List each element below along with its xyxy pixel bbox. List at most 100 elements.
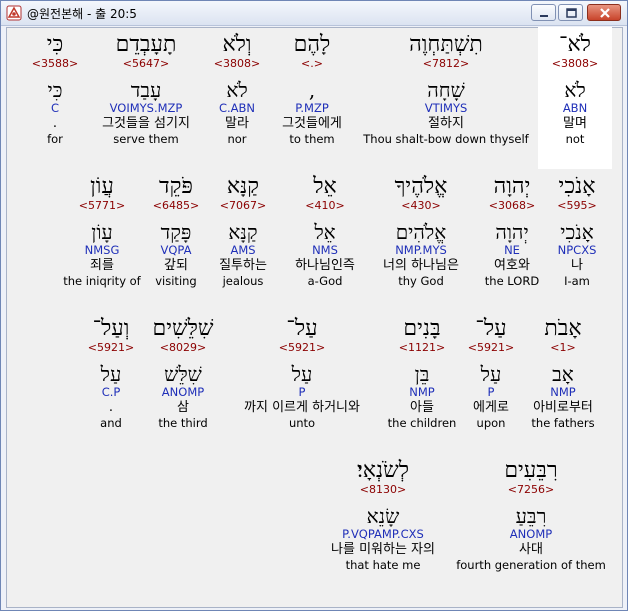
lexical-form: אָב (552, 362, 574, 386)
strong-number[interactable]: <595> (546, 199, 608, 213)
strong-number[interactable]: <5921> (463, 341, 519, 355)
korean-gloss: 말라 (225, 116, 249, 131)
strong-number[interactable]: <6485> (147, 199, 205, 213)
english-gloss: serve them (113, 132, 179, 146)
strong-number[interactable]: <1121> (383, 341, 461, 355)
word-cell[interactable]: וְלֹא <3808> לֹא C.ABN 말라 nor (209, 33, 265, 147)
parsing-code: P.MZP (295, 101, 329, 115)
parsing-code: NMP (550, 385, 576, 399)
strong-number[interactable]: <7256> (455, 483, 607, 497)
strong-number[interactable]: <5771> (59, 199, 145, 213)
word-cell[interactable]: לָהֶם <.> , P.MZP 그것들에게 to them (271, 33, 353, 147)
word-cell[interactable]: אָבֹת <1> אָב NMP 아비로부터 the fathers (521, 317, 605, 431)
lexical-form: כִּי (47, 78, 63, 102)
lexical-form: פָּקַד (160, 220, 192, 244)
word-cell[interactable]: עַל־ <5921> עַל P 까지 이르게 하거니와 unto (227, 317, 377, 431)
lexical-form: אֱלֹהִים (395, 220, 447, 244)
english-gloss: nor (227, 132, 247, 146)
strong-number[interactable]: <5921> (81, 341, 141, 355)
word-cell[interactable]: אֵל <410> אֵל NMS 하나님인즉 a-God (283, 175, 367, 289)
strong-number[interactable]: <3808> (209, 57, 265, 71)
word-cell[interactable]: אֱלֹהֶיךָ <430> אֱלֹהִים NMP.MYS 너의 하나님은… (367, 175, 475, 289)
strong-number[interactable]: <.> (271, 57, 353, 71)
english-gloss: that hate me (345, 558, 421, 572)
hebrew-word: רִבֵּעִים (504, 458, 558, 483)
korean-gloss: 삼 (177, 400, 189, 415)
word-cell[interactable]: יְהוָה <3068> יְהוָה NE 여호와 the LORD (477, 175, 547, 289)
strong-number[interactable]: <3068> (477, 199, 547, 213)
word-cell[interactable]: תִשְׁתַּחְוֶה <7812> שָׁחָה VTIMYS 절하지 T… (356, 33, 536, 147)
hebrew-word: תָעָבְדֵם (115, 32, 177, 57)
lexical-form: שָׂנֵא (366, 504, 400, 528)
lexical-form: עָוֹן (91, 220, 113, 244)
strong-number[interactable]: <1> (521, 341, 605, 355)
parsing-code: NE (504, 243, 520, 257)
korean-gloss: 너의 하나님은 (383, 258, 459, 273)
word-cell[interactable]: אָנֹכִי <595> אָנֹכִי NPCXS 나 I-am (546, 175, 608, 289)
strong-number[interactable]: <3808> (538, 57, 612, 71)
strong-number[interactable]: <8029> (143, 341, 223, 355)
korean-gloss: 여호와 (494, 258, 530, 273)
strong-number[interactable]: <430> (367, 199, 475, 213)
lexical-form: עַל (100, 362, 122, 386)
word-cell[interactable]: עַל־ <5921> עַל P 에게로 upon (463, 317, 519, 431)
lexical-form: קַנָּא (228, 220, 258, 244)
strong-number[interactable]: <5921> (227, 341, 377, 355)
parsing-code: VOIMYS.MZP (109, 101, 183, 115)
parsing-code: P.VQPAMP.CXS (342, 527, 424, 541)
close-button[interactable] (587, 4, 621, 21)
word-cell[interactable]: לֹא־ <3808> לֹא ABN 말며 not (538, 33, 612, 147)
strong-number[interactable]: <410> (283, 199, 367, 213)
english-gloss: fourth generation of them (456, 558, 606, 572)
title-bar[interactable]: @원전본해 - 출 20:5 (1, 1, 627, 26)
korean-gloss: . (108, 400, 114, 415)
english-gloss: the children (387, 416, 457, 430)
lexical-form: לֹא (226, 78, 248, 102)
word-cell[interactable]: שִׁלֵּשִׁים <8029> שִׁלֵּשׁ ANOMP 삼 the … (143, 317, 223, 431)
lexical-form: עַל (291, 362, 313, 386)
english-gloss: unto (288, 416, 316, 430)
hebrew-word: וְעַל־ (92, 316, 130, 341)
minimize-button[interactable] (531, 4, 556, 21)
parsing-code: P (487, 385, 495, 399)
parsing-code: C (50, 101, 60, 115)
parsing-code: AMS (230, 243, 256, 257)
english-gloss: thy God (398, 274, 444, 288)
english-gloss: visiting (155, 274, 197, 288)
strong-number[interactable]: <7812> (356, 57, 536, 71)
strong-number[interactable]: <5647> (87, 57, 205, 71)
word-cell[interactable]: בָּנִים <1121> בֵּן NMP 아들 the children (383, 317, 461, 431)
window-title: @원전본해 - 출 20:5 (27, 7, 137, 21)
lexical-form: עַל (480, 362, 502, 386)
korean-gloss: 질투하는 (219, 258, 267, 273)
word-cell[interactable]: עֲוֹן <5771> עָוֹן NMSG 죄를 the iniqrity … (59, 175, 145, 289)
strong-number[interactable]: <7067> (207, 199, 279, 213)
maximize-button[interactable] (558, 4, 583, 21)
parsing-code: C.P (101, 385, 121, 399)
parsing-code: P (298, 385, 306, 399)
word-cell[interactable]: תָעָבְדֵם <5647> עָבַד VOIMYS.MZP 그것들을 섬… (87, 33, 205, 147)
lexical-form: לֹא (564, 78, 586, 102)
parsing-code: NMSG (84, 243, 120, 257)
parsing-code: VQPA (160, 243, 192, 257)
word-cell[interactable]: וְעַל־ <5921> עַל C.P . and (81, 317, 141, 431)
hebrew-word: תִשְׁתַּחְוֶה (409, 32, 483, 57)
english-gloss: to them (289, 132, 335, 146)
hebrew-word: יְהוָה (493, 174, 531, 199)
strong-number[interactable]: <8130> (313, 483, 453, 497)
hebrew-word: אָנֹכִי (558, 174, 596, 199)
word-cell[interactable]: רִבֵּעִים <7256> רִבֵּעַ ANOMP 사대 fourth… (455, 459, 607, 573)
strong-number[interactable]: <3588> (27, 57, 83, 71)
english-gloss: not (565, 132, 585, 146)
korean-gloss: 나 (571, 258, 583, 273)
word-cell[interactable]: לְשֹׂנְאָי׃ <8130> שָׂנֵא P.VQPAMP.CXS 나… (313, 459, 453, 573)
parsing-code: C.ABN (218, 101, 256, 115)
lexical-form: , (308, 78, 316, 102)
word-cell[interactable]: קַנָּא <7067> קַנָּא AMS 질투하는 jealous (207, 175, 279, 289)
korean-gloss: 아들 (410, 400, 434, 415)
word-cell[interactable]: כִּי <3588> כִּי C . for (27, 33, 83, 147)
english-gloss: the iniqrity of (63, 274, 141, 288)
lexical-form: עָבַד (130, 78, 162, 102)
word-cell[interactable]: פֹּקֵד <6485> פָּקַד VQPA 갚되 visiting (147, 175, 205, 289)
hebrew-word: עֲוֹן (90, 174, 114, 199)
